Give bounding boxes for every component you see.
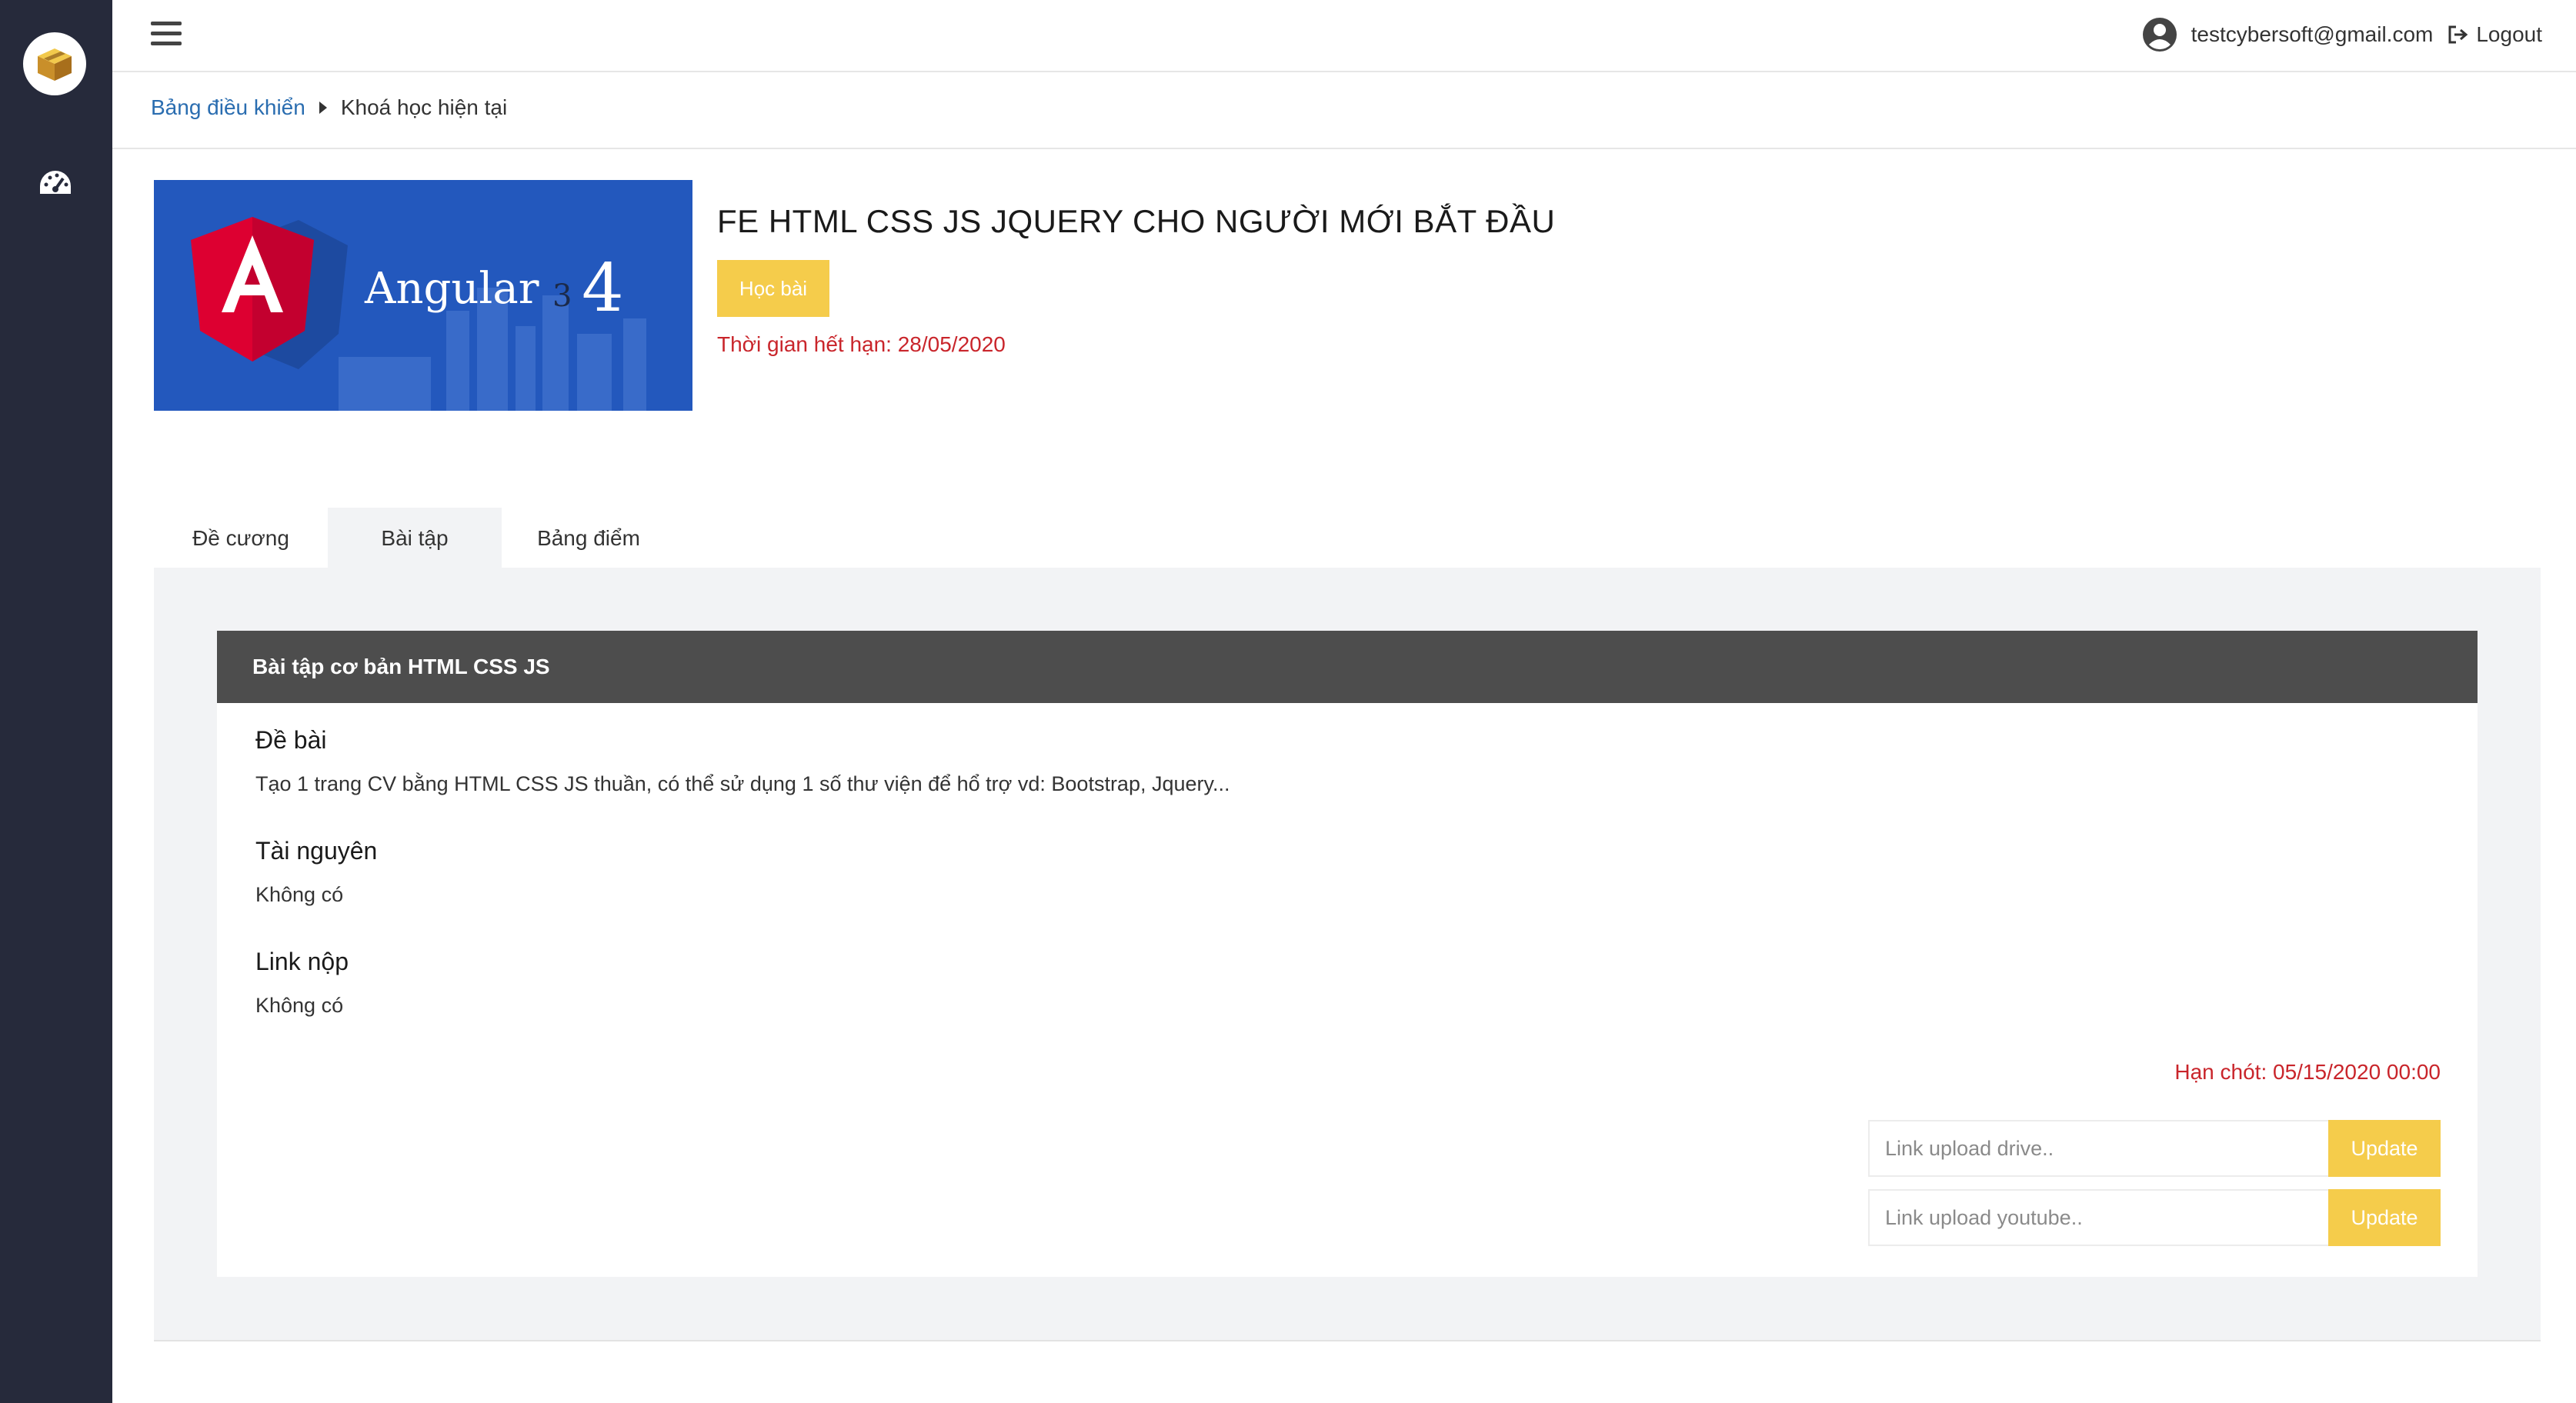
drive-link-input[interactable] bbox=[1868, 1120, 2328, 1177]
caret-right-icon bbox=[319, 102, 327, 114]
breadcrumb: Bảng điều khiển Khoá học hiện tại bbox=[151, 95, 507, 120]
submit-link-title: Link nộp bbox=[255, 948, 349, 975]
youtube-upload-row: Update bbox=[1868, 1189, 2441, 1246]
tab-panel: Bài tập cơ bản HTML CSS JS Đề bài Tạo 1 … bbox=[154, 568, 2541, 1341]
course-title: FE HTML CSS JS JQUERY CHO NGƯỜI MỚI BẮT … bbox=[717, 203, 1556, 239]
breadcrumb-current: Khoá học hiện tại bbox=[340, 95, 508, 119]
study-button[interactable]: Học bài bbox=[717, 260, 829, 317]
resources-title: Tài nguyên bbox=[255, 837, 378, 865]
youtube-link-input[interactable] bbox=[1868, 1189, 2328, 1246]
resources-text: Không có bbox=[255, 883, 344, 906]
assignment-header: Bài tập cơ bản HTML CSS JS bbox=[217, 631, 2478, 703]
submit-link-text: Không có bbox=[255, 994, 344, 1017]
breadcrumb-home-link[interactable]: Bảng điều khiển bbox=[151, 95, 305, 120]
logout-label: Logout bbox=[2476, 22, 2542, 46]
sidebar bbox=[0, 0, 112, 1403]
drive-upload-row: Update bbox=[1868, 1120, 2441, 1177]
logout-button[interactable]: Logout bbox=[2447, 22, 2542, 47]
banner-text: Angular bbox=[364, 264, 539, 314]
user-avatar-icon[interactable] bbox=[2142, 17, 2177, 52]
course-thumbnail: Angular 3 4 bbox=[154, 180, 692, 411]
banner-version-big: 4 bbox=[582, 250, 624, 327]
user-area: testcybersoft@gmail.com Logout bbox=[2142, 14, 2542, 55]
angular-banner: Angular 3 4 bbox=[154, 180, 692, 411]
topic-text: Tạo 1 trang CV bằng HTML CSS JS thuần, c… bbox=[255, 772, 1230, 795]
logout-icon bbox=[2448, 25, 2468, 44]
course-tabs: Đề cương Bài tập Bảng điểm bbox=[154, 508, 676, 569]
topic-title: Đề bài bbox=[255, 726, 327, 754]
drive-update-button[interactable]: Update bbox=[2328, 1120, 2441, 1177]
tab-assignments[interactable]: Bài tập bbox=[328, 508, 502, 569]
app-logo[interactable] bbox=[23, 32, 86, 95]
expiry-date: Thời gian hết hạn: 28/05/2020 bbox=[717, 332, 1006, 356]
top-navbar: testcybersoft@gmail.com Logout bbox=[112, 0, 2576, 72]
deadline-text: Hạn chót: 05/15/2020 00:00 bbox=[2174, 1060, 2441, 1084]
tab-scores[interactable]: Bảng điểm bbox=[502, 508, 676, 569]
dashboard-icon[interactable] bbox=[37, 168, 74, 198]
box-icon bbox=[38, 48, 72, 81]
hamburger-menu-icon[interactable] bbox=[151, 22, 182, 48]
tab-outline[interactable]: Đề cương bbox=[154, 508, 328, 569]
banner-version-small: 3 bbox=[552, 278, 572, 314]
breadcrumb-bar: Bảng điều khiển Khoá học hiện tại bbox=[112, 72, 2576, 149]
youtube-update-button[interactable]: Update bbox=[2328, 1189, 2441, 1246]
assignment-card: Đề bài Tạo 1 trang CV bằng HTML CSS JS t… bbox=[217, 703, 2478, 1277]
user-email: testcybersoft@gmail.com bbox=[2191, 22, 2434, 46]
